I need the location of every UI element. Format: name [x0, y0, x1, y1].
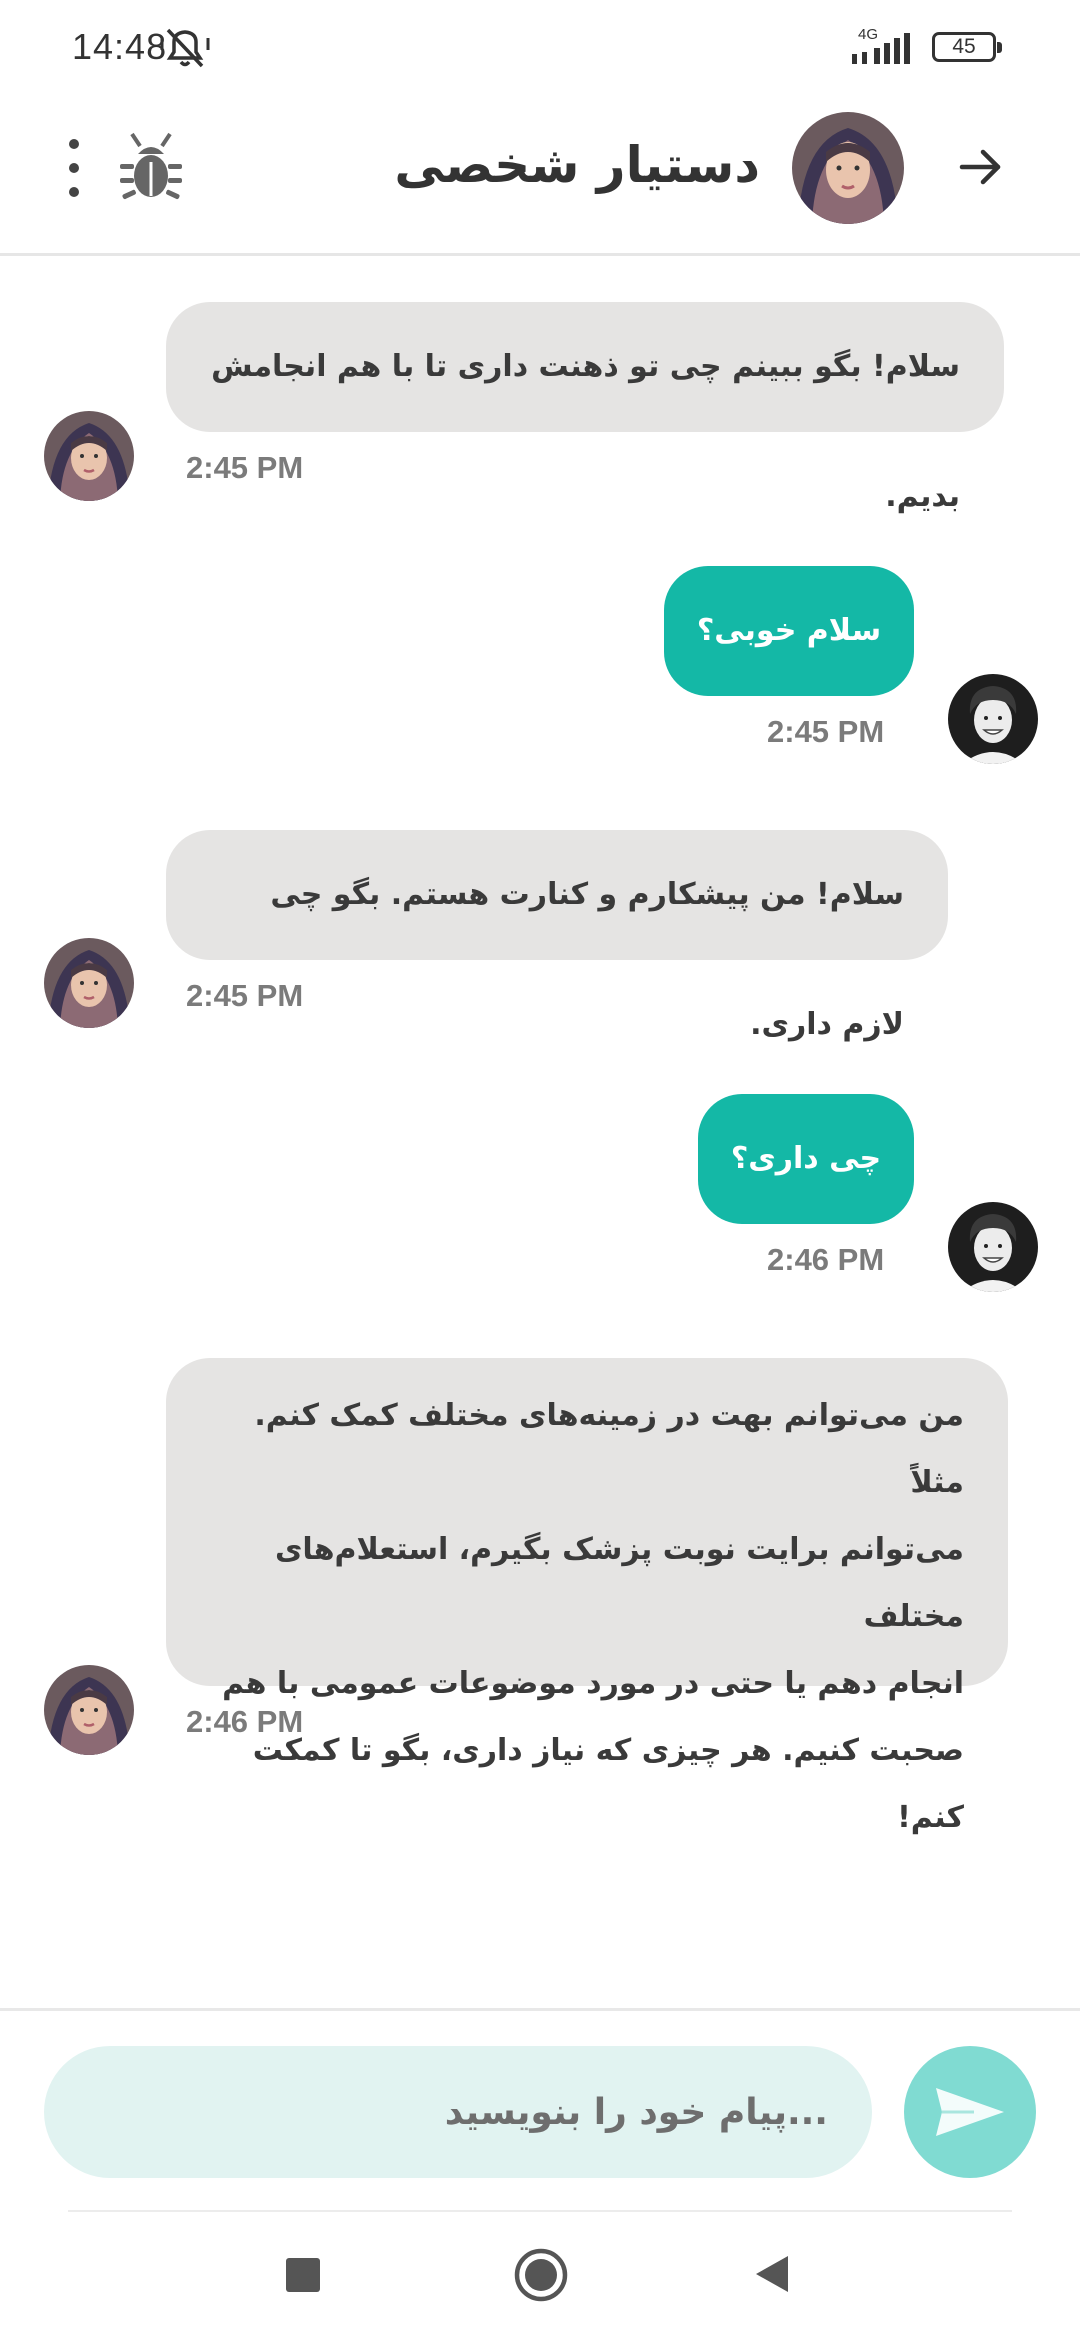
nav-divider	[68, 2210, 1012, 2212]
notifications-muted-icon	[160, 28, 210, 68]
user-avatar	[948, 1202, 1038, 1292]
back-button[interactable]	[754, 2254, 790, 2294]
bot-avatar	[792, 112, 904, 224]
message-text-line: من می‌توانم بهت در زمینه‌های مختلف کمک ک…	[254, 1398, 964, 1500]
bot-message-bubble: من می‌توانم بهت در زمینه‌های مختلف کمک ک…	[166, 1358, 1008, 1835]
user-message-bubble: سلام خوبی؟	[664, 566, 914, 696]
bug-icon[interactable]	[118, 132, 184, 202]
message-text: سلام! بگو ببینم چی تو ذهنت داری تا با هم…	[211, 349, 960, 514]
user-message-bubble: چی داری؟	[698, 1094, 914, 1224]
message-text-line: می‌توانم برایت نوبت پزشک بگیرم، استعلام‌…	[274, 1532, 964, 1634]
status-time: 14:48	[72, 26, 168, 67]
signal-strength-icon	[852, 33, 910, 64]
menu-dots-icon[interactable]	[60, 136, 88, 200]
message-time: 2:45 PM	[186, 450, 304, 485]
message-text-line: صحبت کنیم. هر چیزی که نیاز داری، بگو تا …	[252, 1733, 964, 1835]
send-button[interactable]	[904, 2046, 1036, 2178]
status-bar: 14:48 4G 45	[0, 0, 1080, 96]
message-text: چی داری؟	[730, 1141, 882, 1176]
home-button[interactable]	[514, 2248, 568, 2302]
message-text: سلام خوبی؟	[696, 613, 882, 648]
bot-message-bubble: سلام! بگو ببینم چی تو ذهنت داری تا با هم…	[166, 302, 1004, 514]
composer-divider	[0, 2008, 1080, 2011]
message-time: 2:45 PM	[767, 714, 885, 749]
send-icon	[936, 2088, 1004, 2136]
bot-avatar	[44, 411, 134, 501]
page-title: دستیار شخصی	[394, 136, 760, 194]
bot-message-bubble: سلام! من پیشکارم و کنارت هستم. بگو چی لا…	[166, 830, 948, 1042]
message-time: 2:45 PM	[186, 978, 304, 1013]
bot-avatar	[44, 1665, 134, 1755]
user-avatar	[948, 674, 1038, 764]
bot-avatar	[44, 938, 134, 1028]
battery-indicator: 45	[932, 32, 1002, 62]
chat-header: دستیار شخصی	[0, 96, 1080, 256]
message-input[interactable]	[44, 2046, 872, 2178]
recent-apps-button[interactable]	[286, 2258, 320, 2292]
message-input-container[interactable]	[44, 2046, 872, 2178]
message-time: 2:46 PM	[186, 1704, 304, 1739]
message-text: سلام! من پیشکارم و کنارت هستم. بگو چی لا…	[270, 877, 904, 1042]
message-time: 2:46 PM	[767, 1242, 885, 1277]
arrow-right-icon[interactable]	[956, 142, 1006, 192]
message-text-line: انجام دهم یا حتی در مورد موضوعات عمومی ب…	[222, 1666, 964, 1701]
